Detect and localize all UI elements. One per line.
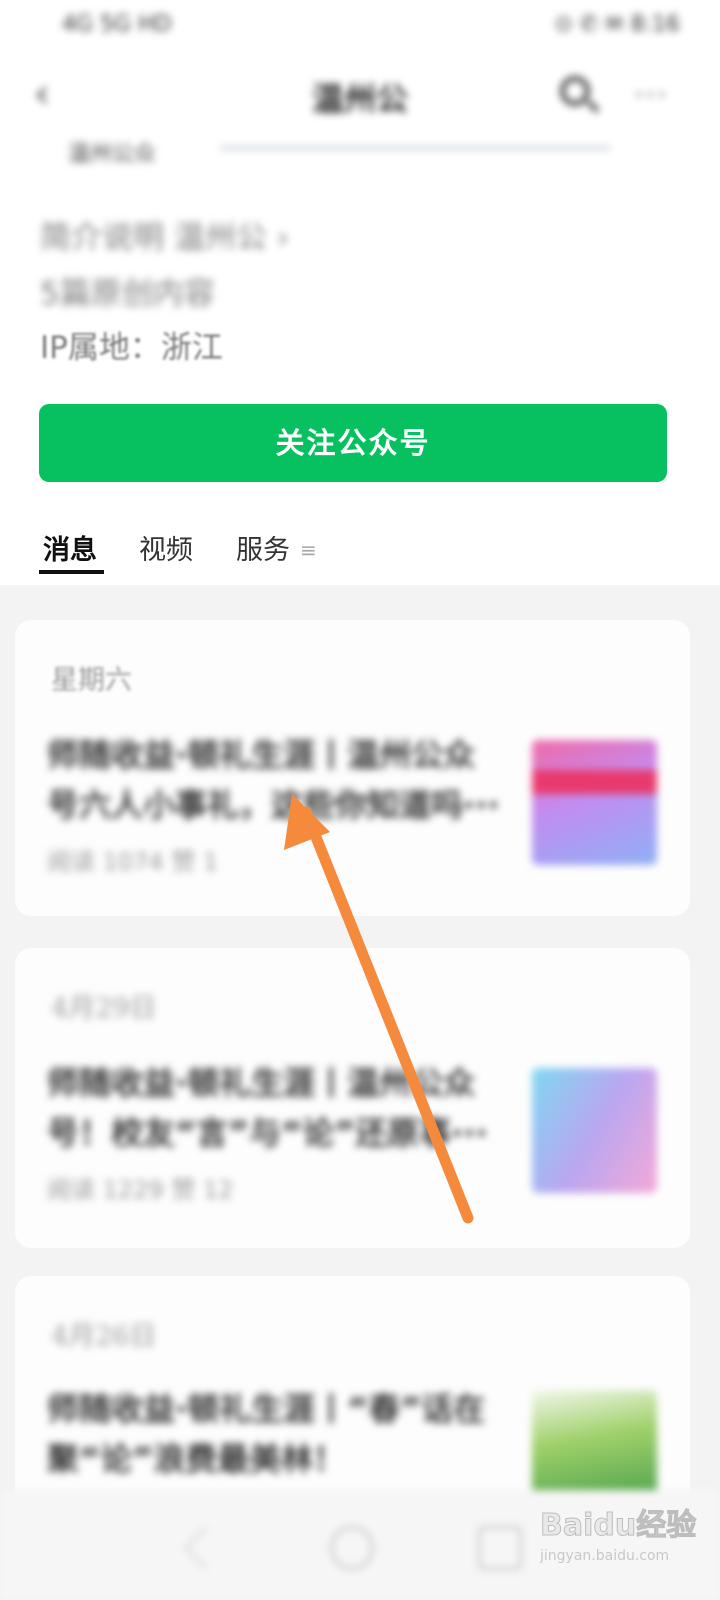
watermark-logo: Baidu经验 jingyan.baidu.com xyxy=(539,1500,710,1590)
navigation-bar: ‹ 温州公 ··· xyxy=(0,62,720,132)
article-date: 4月26日 xyxy=(51,1321,157,1352)
tab-videos[interactable]: 视频 xyxy=(139,528,193,567)
article-card[interactable]: 4月29日 师随收益·顿礼生涯丨温州公众号！校友“言”与“论”还原事··· 阅读… xyxy=(15,948,690,1248)
article-thumbnail[interactable] xyxy=(532,740,657,865)
account-description: 5篇原创内容 xyxy=(40,276,215,312)
follow-button[interactable]: 关注公众号 xyxy=(39,404,667,482)
account-header: 4G 5G HD ⊙ ✆ ✉ 8:16 ‹ 温州公 ··· 温州公众 简介说明 … xyxy=(0,0,720,585)
article-meta: 阅读 1074 赞 1 xyxy=(47,848,219,876)
article-card[interactable]: 4月26日 师随收益·顿礼生涯丨“春”话在聚“论”浪费最美林！ xyxy=(15,1276,690,1515)
ip-location: IP属地：浙江 xyxy=(40,330,223,366)
article-date: 4月29日 xyxy=(51,993,157,1024)
menu-icon[interactable]: ≡ xyxy=(300,538,317,562)
home-circle-icon[interactable] xyxy=(330,1526,374,1570)
tab-active-indicator xyxy=(39,570,104,574)
recent-square-icon[interactable] xyxy=(478,1526,522,1570)
watermark-text: Baidu经验 xyxy=(539,1508,697,1544)
article-title[interactable]: 师随收益·顿礼生涯丨“春”话在聚“论”浪费最美林！ xyxy=(47,1384,507,1484)
status-icons: ⊙ ✆ ✉ 8:16 xyxy=(554,12,680,37)
watermark-url: jingyan.baidu.com xyxy=(540,1548,670,1564)
article-title[interactable]: 师随收益·顿礼生涯丨温州公众号六人小事礼，这些你知道吗··· xyxy=(47,730,507,830)
tab-bar: 消息 视频 服务 ≡ xyxy=(0,522,720,582)
article-title[interactable]: 师随收益·顿礼生涯丨温州公众号！校友“言”与“论”还原事··· xyxy=(47,1058,507,1158)
article-card[interactable]: 星期六 师随收益·顿礼生涯丨温州公众号六人小事礼，这些你知道吗··· 阅读 10… xyxy=(15,620,690,916)
avatar[interactable]: 温州公众 xyxy=(68,136,156,168)
article-date: 星期六 xyxy=(51,665,132,696)
back-triangle-icon[interactable] xyxy=(184,1526,228,1570)
account-name-link[interactable]: 简介说明 温州公 › xyxy=(40,212,289,257)
divider xyxy=(220,146,610,150)
search-icon[interactable] xyxy=(556,72,602,118)
page-title: 温州公 xyxy=(311,80,408,118)
status-bar: 4G 5G HD ⊙ ✆ ✉ 8:16 xyxy=(0,0,720,50)
tab-services[interactable]: 服务 xyxy=(236,528,290,567)
more-button[interactable]: ··· xyxy=(634,78,669,113)
signal-indicators: 4G 5G HD xyxy=(62,12,172,37)
article-thumbnail[interactable] xyxy=(532,1068,657,1193)
article-meta: 阅读 1229 赞 12 xyxy=(47,1176,234,1204)
account-sub-row: 温州公众 xyxy=(0,130,720,170)
tab-messages[interactable]: 消息 xyxy=(43,528,97,567)
